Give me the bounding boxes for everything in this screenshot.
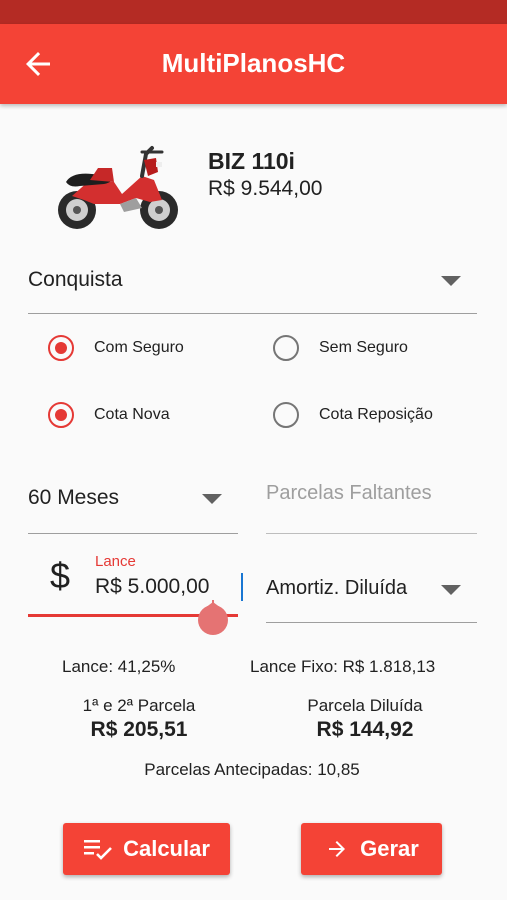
text-cursor [241, 573, 243, 601]
radio-cota-nova[interactable]: Cota Nova [48, 402, 170, 428]
radio-sem-seguro[interactable]: Sem Seguro [273, 335, 408, 361]
term-select-value: 60 Meses [28, 486, 120, 509]
radio-unchecked-icon [273, 335, 299, 361]
plan-select[interactable]: Conquista [28, 264, 477, 314]
calculate-button[interactable]: Calcular [63, 823, 230, 875]
radio-checked-icon [48, 335, 74, 361]
calculate-button-label: Calcular [123, 836, 210, 861]
radio-unchecked-icon [273, 402, 299, 428]
product-price: R$ 9.544,00 [208, 177, 323, 200]
product-name: BIZ 110i [208, 148, 295, 174]
remaining-installments-placeholder: Parcelas Faltantes [266, 482, 432, 504]
remaining-installments-input[interactable]: Parcelas Faltantes [266, 476, 477, 534]
radio-cota-reposicao[interactable]: Cota Reposição [273, 402, 433, 428]
arrow-forward-icon [329, 841, 346, 857]
amortization-select[interactable]: Amortiz. Diluída [266, 567, 477, 623]
checklist-icon [84, 840, 112, 860]
page-title: MultiPlanosHC [161, 48, 346, 78]
first-second-installment-label: 1ª e 2ª Parcela [82, 696, 196, 715]
radio-label: Com Seguro [94, 339, 184, 356]
advanced-installments-text: Parcelas Antecipadas: 10,85 [144, 760, 360, 779]
dropdown-arrow-icon [441, 585, 461, 595]
dropdown-arrow-icon [202, 494, 222, 504]
dropdown-arrow-icon [441, 276, 461, 286]
dollar-icon: $ [50, 555, 71, 596]
radio-label: Cota Nova [94, 406, 170, 423]
bid-label: Lance [95, 553, 136, 570]
text-selection-handle-icon[interactable] [196, 600, 230, 636]
amortization-select-value: Amortiz. Diluída [266, 577, 408, 599]
bid-value: R$ 5.000,00 [95, 575, 210, 598]
diluted-installment-value: R$ 144,92 [316, 718, 414, 741]
generate-button-label: Gerar [360, 836, 419, 861]
plan-select-value: Conquista [28, 268, 123, 291]
fixed-bid-text: Lance Fixo: R$ 1.818,13 [250, 657, 436, 676]
first-second-installment-value: R$ 205,51 [90, 718, 188, 741]
generate-button[interactable]: Gerar [301, 823, 442, 875]
diluted-installment-label: Parcela Diluída [307, 696, 423, 715]
bid-percent-text: Lance: 41,25% [62, 657, 176, 676]
app-bar: MultiPlanosHC [0, 24, 507, 104]
motorcycle-image [58, 146, 178, 229]
term-select[interactable]: 60 Meses [28, 476, 238, 534]
radio-label: Sem Seguro [319, 339, 408, 356]
radio-label: Cota Reposição [319, 406, 433, 423]
radio-checked-icon [48, 402, 74, 428]
radio-com-seguro[interactable]: Com Seguro [48, 335, 184, 361]
status-bar [0, 0, 507, 24]
